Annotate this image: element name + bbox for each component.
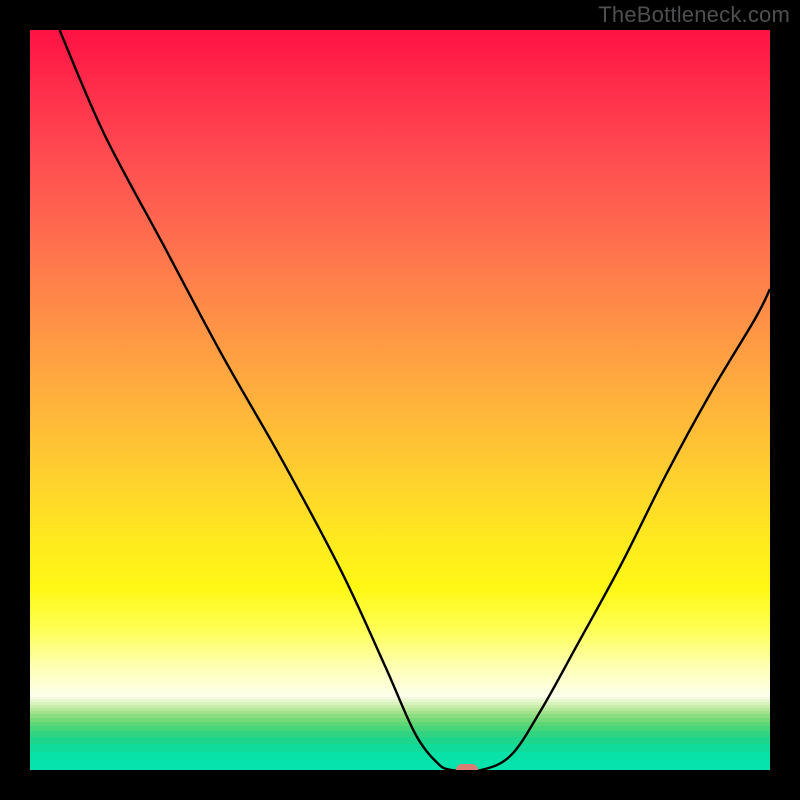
chart-frame: TheBottleneck.com (0, 0, 800, 800)
bottleneck-curve (30, 30, 770, 770)
optimal-marker (456, 764, 478, 770)
watermark-label: TheBottleneck.com (598, 2, 790, 28)
plot-area (30, 30, 770, 770)
